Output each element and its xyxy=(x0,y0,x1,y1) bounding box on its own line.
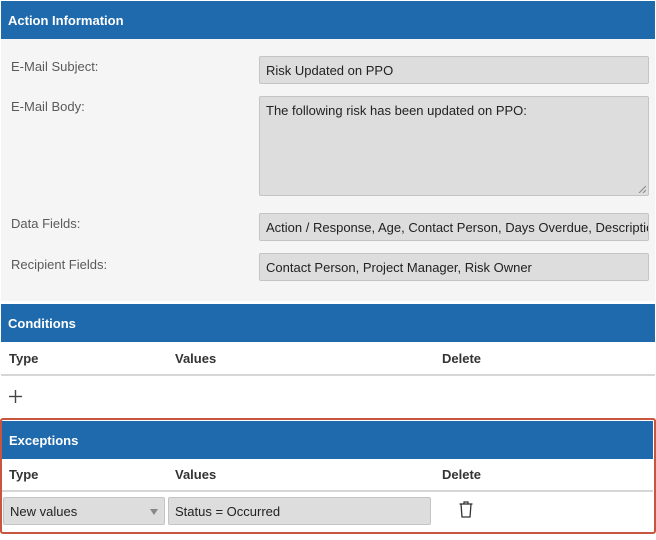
conditions-type-column: Type xyxy=(9,351,39,366)
recipient-fields-label: Recipient Fields: xyxy=(11,257,108,272)
email-subject-value: Risk Updated on PPO xyxy=(266,62,394,78)
action-information-title: Action Information xyxy=(8,12,124,28)
exceptions-header: Exceptions xyxy=(2,421,653,459)
action-information-header: Action Information xyxy=(1,1,655,39)
resize-grip-icon[interactable] xyxy=(638,185,646,193)
conditions-title: Conditions xyxy=(8,315,76,331)
email-subject-label: E-Mail Subject: xyxy=(11,59,99,74)
data-fields-field[interactable]: Action / Response, Age, Contact Person, … xyxy=(259,213,649,241)
email-subject-field[interactable]: Risk Updated on PPO xyxy=(259,56,649,84)
exceptions-delete-column: Delete xyxy=(442,467,482,482)
exceptions-header-divider xyxy=(2,490,653,492)
exception-value-field[interactable]: Status = Occurred xyxy=(168,497,431,525)
trash-icon[interactable] xyxy=(459,501,473,518)
exceptions-title: Exceptions xyxy=(9,432,79,448)
recipient-fields-field[interactable]: Contact Person, Project Manager, Risk Ow… xyxy=(259,253,649,281)
conditions-delete-column: Delete xyxy=(442,351,482,366)
exception-value-text: Status = Occurred xyxy=(175,503,281,519)
recipient-fields-value: Contact Person, Project Manager, Risk Ow… xyxy=(266,259,532,275)
exception-type-value: New values xyxy=(10,503,78,519)
plus-icon[interactable] xyxy=(9,390,22,403)
data-fields-value: Action / Response, Age, Contact Person, … xyxy=(266,219,649,235)
email-body-label: E-Mail Body: xyxy=(11,99,85,114)
exceptions-type-column: Type xyxy=(9,467,39,482)
exception-type-select[interactable]: New values xyxy=(3,497,165,525)
data-fields-label: Data Fields: xyxy=(11,216,81,231)
conditions-header-divider xyxy=(1,374,655,376)
chevron-down-icon xyxy=(150,509,158,515)
email-body-field[interactable]: The following risk has been updated on P… xyxy=(259,96,649,196)
exceptions-values-column: Values xyxy=(175,467,217,482)
conditions-values-column: Values xyxy=(175,351,217,366)
conditions-header: Conditions xyxy=(1,304,655,342)
email-body-value: The following risk has been updated on P… xyxy=(266,103,527,118)
